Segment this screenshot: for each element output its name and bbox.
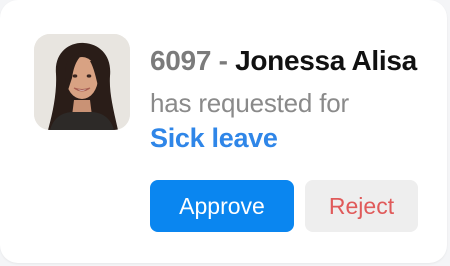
request-message: has requested for xyxy=(150,88,349,118)
employee-name: Jonessa Alisa xyxy=(235,45,417,76)
request-heading: 6097 - Jonessa Alisa xyxy=(150,44,417,78)
employee-id: 6097 xyxy=(150,45,212,76)
leave-type-link[interactable]: Sick leave xyxy=(150,122,278,154)
approve-button[interactable]: Approve xyxy=(150,180,294,232)
leave-request-card: 6097 - Jonessa Alisa has requested for S… xyxy=(0,0,447,263)
avatar xyxy=(34,34,130,130)
id-separator: - xyxy=(211,45,236,76)
reject-button[interactable]: Reject xyxy=(305,180,418,232)
user-photo-icon xyxy=(34,34,130,130)
